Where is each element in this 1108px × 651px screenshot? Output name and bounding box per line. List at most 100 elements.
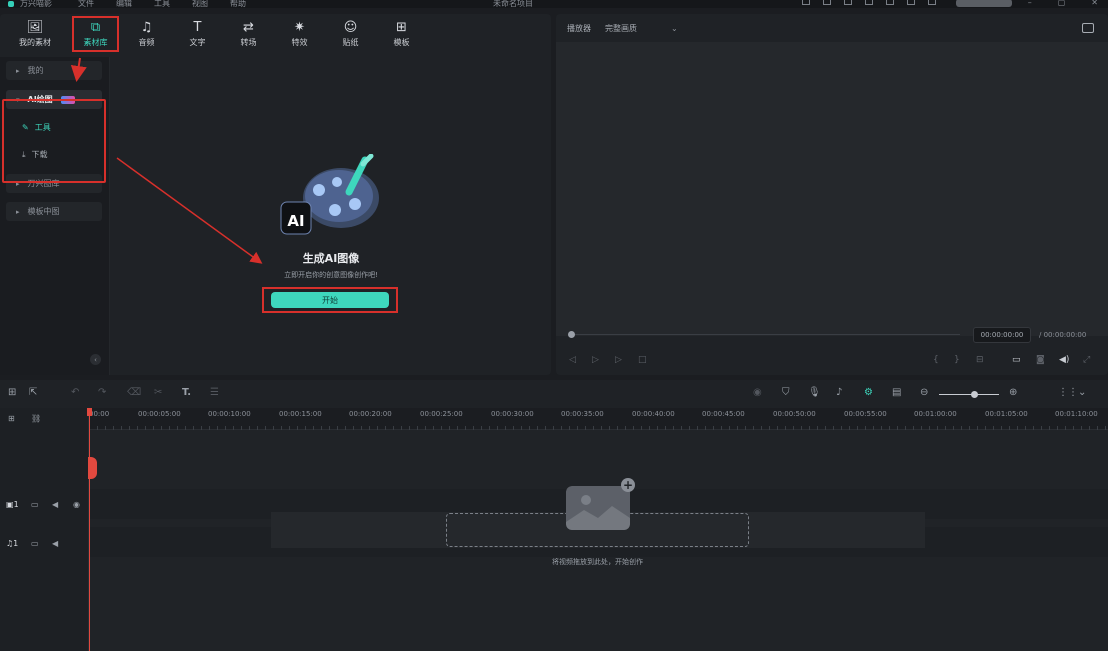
app-logo-icon bbox=[8, 0, 14, 7]
eye-icon[interactable]: ◉ bbox=[73, 500, 80, 509]
render-preview-icon[interactable]: ◉ bbox=[753, 387, 762, 398]
zoom-in-icon[interactable]: ⊕ bbox=[1009, 387, 1017, 398]
tool-stickers[interactable]: ☺ 贴纸 bbox=[325, 14, 376, 54]
audio-mix-icon[interactable]: ♪ bbox=[836, 387, 842, 398]
minimize-icon[interactable]: – bbox=[1028, 0, 1032, 7]
tool-transition[interactable]: ⇄ 转场 bbox=[223, 14, 274, 54]
link-icon[interactable]: ⛓ bbox=[31, 414, 41, 423]
timecode-total: / 00:00:00:00 bbox=[1039, 331, 1087, 339]
playback-progress-track[interactable] bbox=[570, 334, 960, 335]
chevron-down-icon[interactable]: ⌄ bbox=[671, 24, 678, 33]
crown-icon[interactable] bbox=[907, 0, 915, 5]
menu-help[interactable]: 帮助 bbox=[230, 0, 246, 9]
library-item-mine[interactable]: ▸ 我的 bbox=[6, 61, 102, 80]
fullscreen-icon[interactable]: ⤢ bbox=[1083, 355, 1090, 365]
login-button[interactable] bbox=[956, 0, 1012, 7]
mute-icon[interactable]: ◀ bbox=[52, 539, 58, 548]
tool-label: 我的素材 bbox=[19, 37, 51, 47]
ai-tool-icon[interactable]: ⚙ bbox=[864, 387, 873, 398]
transition-icon: ⇄ bbox=[243, 19, 254, 35]
ruler-tick: 00:00 bbox=[89, 410, 110, 418]
timeline-ruler[interactable]: 00:00 00:00:05:00 00:00:10:00 00:00:15:0… bbox=[89, 408, 1108, 430]
previous-frame-icon[interactable]: ◁ bbox=[569, 355, 576, 365]
adjust-icon[interactable]: ☰ bbox=[210, 387, 219, 398]
cloud-icon[interactable] bbox=[844, 0, 852, 5]
folder-icon[interactable]: ▭ bbox=[31, 539, 39, 548]
add-track-icon[interactable]: ⊞ bbox=[8, 414, 15, 423]
redo-icon[interactable]: ↷ bbox=[98, 387, 106, 398]
stop-icon[interactable]: □ bbox=[638, 355, 647, 365]
cut-icon[interactable]: ✂ bbox=[154, 387, 162, 398]
library-icon: ⧉ bbox=[90, 19, 101, 35]
add-media-icon[interactable]: + bbox=[621, 478, 635, 492]
tool-my-media[interactable]: 🖼︎ 我的素材 bbox=[0, 14, 70, 54]
select-tool-icon[interactable]: ⇱ bbox=[29, 387, 37, 398]
mark-out-icon[interactable]: } bbox=[954, 355, 960, 365]
playhead-line[interactable] bbox=[89, 408, 90, 651]
sticker-icon: ☺ bbox=[343, 19, 358, 35]
subtitle-icon[interactable]: ▤ bbox=[892, 387, 901, 398]
volume-icon[interactable]: ◀) bbox=[1059, 355, 1069, 365]
menu-tools[interactable]: 工具 bbox=[154, 0, 170, 9]
tool-label: 模板 bbox=[393, 37, 410, 47]
zoom-out-icon[interactable]: ⊖ bbox=[920, 387, 928, 398]
video-editor-window: 万兴喵影 文件 编辑 工具 视图 帮助 未命名项目 – ▢ ✕ 🖼︎ 我的素材 … bbox=[0, 0, 1108, 651]
video-track-number: 1 bbox=[13, 500, 19, 509]
playback-progress-knob[interactable] bbox=[568, 331, 575, 338]
tool-stock-library[interactable]: ⧉ 素材库 bbox=[70, 14, 121, 54]
tool-label: 特效 bbox=[291, 37, 308, 47]
collapse-sidebar-button[interactable]: ‹ bbox=[90, 354, 101, 365]
grid-icon[interactable] bbox=[886, 0, 894, 5]
microphone-icon[interactable]: 🎙︎ bbox=[808, 387, 821, 398]
tool-text[interactable]: T 文字 bbox=[172, 14, 223, 54]
shield-icon[interactable]: ⛉ bbox=[782, 387, 790, 398]
chevron-down-icon[interactable]: ⌄ bbox=[1078, 387, 1086, 398]
render-icon[interactable]: ⊟ bbox=[976, 355, 984, 365]
start-button[interactable]: 开始 bbox=[271, 292, 389, 308]
chevron-right-icon: ▸ bbox=[16, 66, 20, 75]
menu-edit[interactable]: 编辑 bbox=[116, 0, 132, 9]
delete-icon[interactable]: ⌫ bbox=[127, 387, 141, 398]
app-brand: 万兴喵影 bbox=[8, 0, 52, 9]
tool-templates[interactable]: ⊞ 模板 bbox=[376, 14, 427, 54]
ruler-tick: 00:00:50:00 bbox=[773, 410, 816, 418]
playhead-marker[interactable] bbox=[87, 408, 92, 416]
close-icon[interactable]: ✕ bbox=[1091, 0, 1098, 7]
layout-grid-icon[interactable]: ⊞ bbox=[8, 387, 16, 398]
zoom-slider-track[interactable] bbox=[939, 394, 999, 395]
image-placeholder-icon bbox=[566, 486, 630, 530]
chevron-right-icon: ▸ bbox=[16, 207, 20, 216]
display-icon[interactable]: ▭ bbox=[1012, 355, 1021, 365]
menu-file[interactable]: 文件 bbox=[78, 0, 94, 9]
tool-effects[interactable]: ✷ 特效 bbox=[274, 14, 325, 54]
menu-view[interactable]: 视图 bbox=[192, 0, 208, 9]
monitor-icon[interactable] bbox=[802, 0, 810, 5]
ruler-tick: 00:00:10:00 bbox=[208, 410, 251, 418]
folder-icon[interactable]: ▭ bbox=[31, 500, 39, 509]
quality-select[interactable]: 完整画质 bbox=[605, 23, 637, 34]
text-tool-icon[interactable]: T. bbox=[182, 387, 191, 398]
step-back-icon[interactable]: ▷ bbox=[592, 355, 599, 365]
library-item-template[interactable]: ▸ 模板中图 bbox=[6, 202, 102, 221]
ruler-tick: 00:00:40:00 bbox=[632, 410, 675, 418]
track-layout-icon[interactable]: ⋮⋮ bbox=[1058, 387, 1078, 398]
play-icon[interactable]: ▷ bbox=[615, 355, 622, 365]
undo-icon[interactable]: ↶ bbox=[71, 387, 79, 398]
timecode-current[interactable]: 00:00:00:00 bbox=[973, 327, 1031, 343]
tool-label: 文字 bbox=[189, 37, 206, 47]
camera-icon[interactable]: ◙ bbox=[1036, 355, 1045, 365]
image-icon: 🖼︎ bbox=[26, 19, 44, 35]
archive-icon[interactable] bbox=[823, 0, 831, 5]
maximize-icon[interactable]: ▢ bbox=[1058, 0, 1066, 7]
zoom-slider-knob[interactable] bbox=[971, 391, 978, 398]
notification-icon[interactable] bbox=[928, 0, 936, 5]
tool-audio[interactable]: ♫ 音频 bbox=[121, 14, 172, 54]
mark-in-icon[interactable]: { bbox=[933, 355, 939, 365]
ruler-tick: 00:00:20:00 bbox=[349, 410, 392, 418]
playhead-handle[interactable] bbox=[88, 457, 97, 479]
settings-icon[interactable] bbox=[865, 0, 873, 5]
timecode-total-value: 00:00:00:00 bbox=[1043, 331, 1087, 339]
sparkle-icon: ✷ bbox=[294, 19, 305, 35]
mute-icon[interactable]: ◀ bbox=[52, 500, 58, 509]
snapshot-icon[interactable] bbox=[1082, 23, 1094, 33]
